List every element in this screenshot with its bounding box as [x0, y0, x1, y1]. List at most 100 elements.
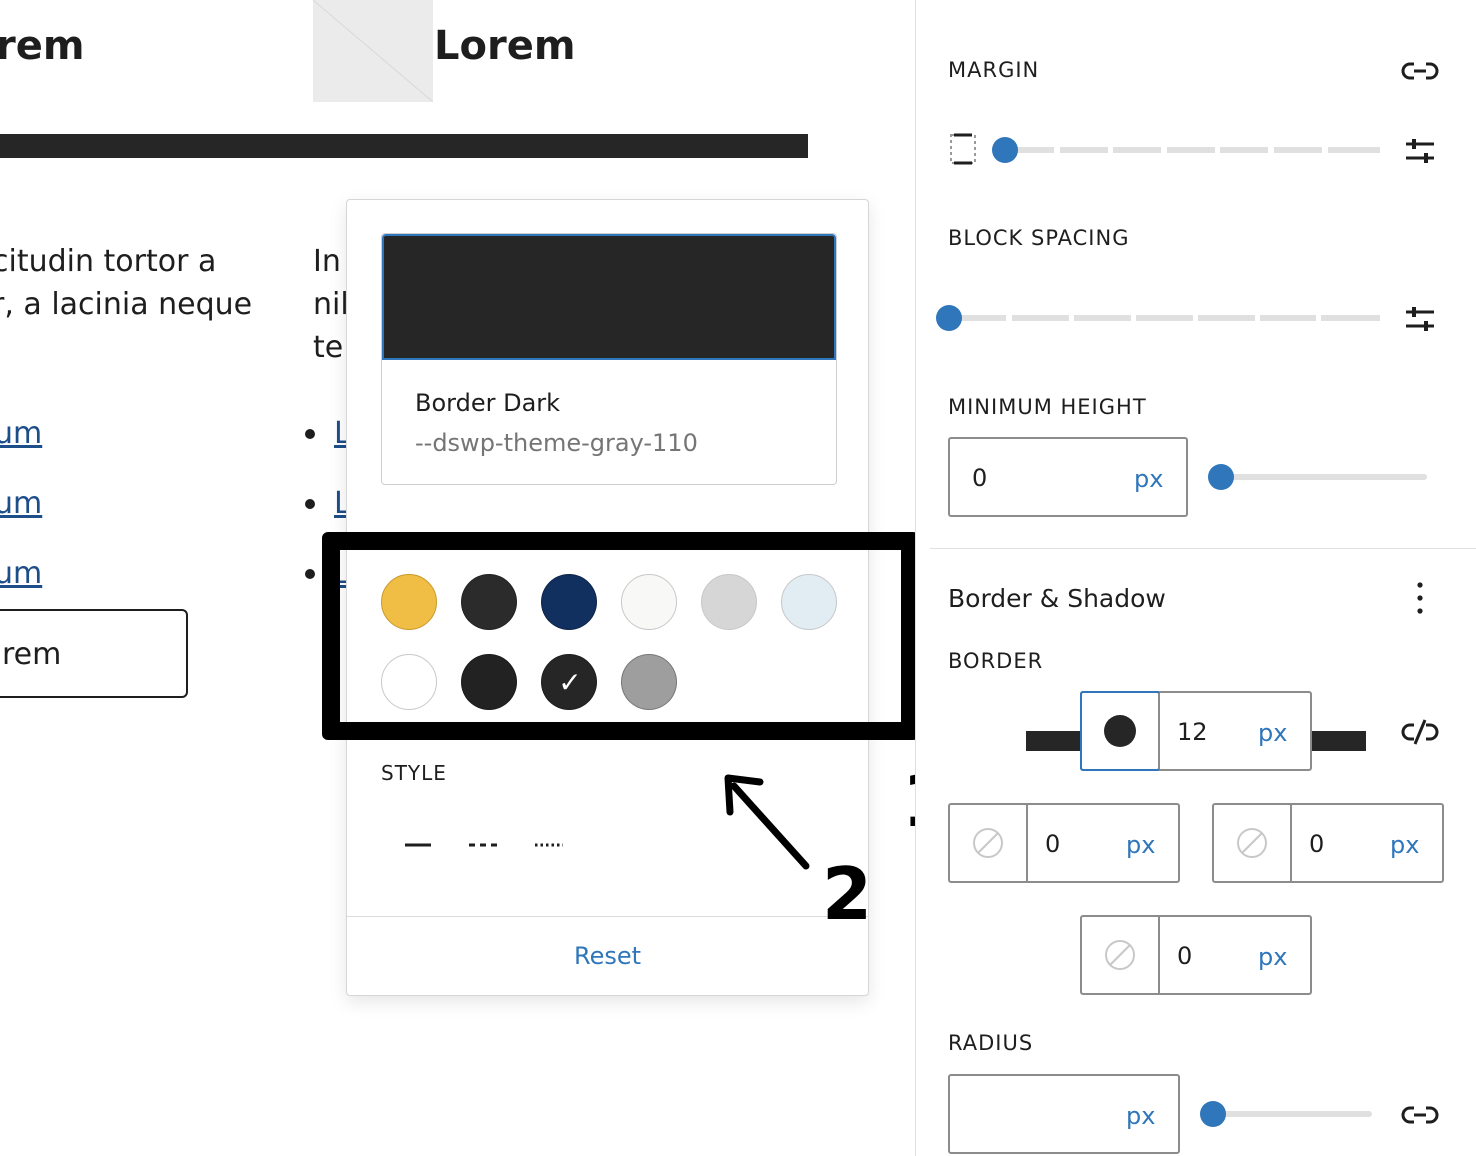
radius-slider-track[interactable]: [1205, 1111, 1372, 1117]
margin-slider-step: [1328, 147, 1380, 153]
canvas-button-block[interactable]: rem: [0, 609, 188, 698]
border-bottom-unit[interactable]: px: [1258, 943, 1287, 971]
margin-slider-step: [1060, 147, 1108, 153]
color-swatch-button[interactable]: [381, 654, 437, 710]
dashed-line-icon: [469, 843, 497, 847]
border-preview-right: [1310, 731, 1366, 751]
unlink-sides-button[interactable]: [1400, 716, 1440, 748]
image-placeholder[interactable]: [313, 0, 433, 102]
paragraph-right-line-1[interactable]: In: [313, 240, 341, 283]
canvas-link-2[interactable]: um: [0, 489, 42, 519]
paragraph-right-line-2[interactable]: nil: [313, 283, 349, 326]
border-left-control: 0 px: [948, 803, 1180, 883]
border-right-unit[interactable]: px: [1390, 831, 1419, 859]
margin-slider-step: [1220, 147, 1268, 153]
min-height-value: 0: [972, 464, 988, 492]
color-swatch-button[interactable]: [621, 654, 677, 710]
border-left-color-button[interactable]: [950, 805, 1026, 881]
list-bullet: [305, 569, 315, 579]
paragraph-left-line-2[interactable]: r, a lacinia neque: [0, 283, 252, 326]
radius-unit[interactable]: px: [1126, 1102, 1155, 1130]
dotted-line-icon: [535, 843, 563, 847]
margin-slider-step: [1274, 147, 1322, 153]
block-spacing-slider-step: [1012, 315, 1069, 321]
style-label: STYLE: [381, 761, 447, 785]
selected-color-name: Border Dark: [415, 389, 561, 417]
link-icon: [1401, 1106, 1439, 1124]
color-swatch-button[interactable]: [621, 574, 677, 630]
no-color-icon: [1105, 940, 1135, 970]
settings-sliders-icon: [1406, 139, 1434, 163]
paragraph-left-line-1[interactable]: citudin tortor a: [0, 240, 216, 283]
unlink-icon: [1401, 719, 1439, 745]
style-dotted-button[interactable]: [531, 830, 565, 860]
image-placeholder-icon: [313, 0, 433, 102]
border-preview-left: [1026, 731, 1082, 751]
block-spacing-slider-step: [1321, 315, 1380, 321]
border-color-popover: Border Dark --dswp-theme-gray-110 ✓ STYL…: [346, 199, 869, 996]
box-sides-icon: [950, 133, 976, 165]
color-swatch-button[interactable]: [701, 574, 757, 630]
color-swatch-button[interactable]: ✓: [541, 654, 597, 710]
color-swatch-button[interactable]: [461, 654, 517, 710]
border-bottom-control: 0 px: [1080, 915, 1312, 995]
min-height-input[interactable]: 0 px: [948, 437, 1188, 517]
style-dashed-button[interactable]: [465, 830, 499, 860]
block-spacing-slider-step: [1136, 315, 1193, 321]
margin-label: MARGIN: [948, 58, 1040, 82]
settings-sliders-icon: [1406, 307, 1434, 331]
margin-custom-values-button[interactable]: [1403, 134, 1437, 168]
selected-color-card: Border Dark --dswp-theme-gray-110: [381, 233, 837, 485]
list-bullet: [305, 499, 315, 509]
panel-divider: [930, 548, 1476, 549]
selected-color-variable: --dswp-theme-gray-110: [415, 429, 698, 457]
block-spacing-slider-thumb[interactable]: [936, 305, 962, 331]
separator-block[interactable]: [0, 134, 808, 158]
min-height-slider-track[interactable]: [1215, 474, 1427, 480]
border-right-width-value[interactable]: 0: [1309, 830, 1324, 858]
margin-link-sides-button[interactable]: [1400, 56, 1440, 86]
margin-slider-thumb[interactable]: [992, 137, 1018, 163]
border-top-unit[interactable]: px: [1258, 719, 1287, 747]
border-top-color-button[interactable]: [1080, 691, 1160, 771]
border-bottom-color-button[interactable]: [1082, 917, 1158, 993]
min-height-unit[interactable]: px: [1134, 465, 1163, 493]
block-spacing-custom-values-button[interactable]: [1403, 302, 1437, 336]
style-solid-button[interactable]: [401, 830, 435, 860]
field-split: [1158, 693, 1160, 769]
canvas-heading-right[interactable]: Lorem: [434, 26, 576, 66]
radius-slider-thumb[interactable]: [1200, 1101, 1226, 1127]
block-spacing-slider-step: [1198, 315, 1255, 321]
radius-input[interactable]: px: [948, 1074, 1180, 1154]
panel-options-button[interactable]: [1406, 580, 1434, 616]
color-swatch-button[interactable]: [381, 574, 437, 630]
min-height-slider-thumb[interactable]: [1208, 464, 1234, 490]
checkmark-icon: ✓: [558, 666, 582, 699]
canvas-heading-left[interactable]: rem: [0, 26, 85, 66]
canvas-link-1[interactable]: um: [0, 419, 42, 449]
border-color-indicator-icon: [1104, 715, 1136, 747]
canvas-button-label: rem: [2, 637, 62, 672]
border-right-color-button[interactable]: [1214, 805, 1290, 881]
border-top-width-value[interactable]: 12: [1177, 718, 1208, 746]
border-label: BORDER: [948, 649, 1044, 673]
link-icon: [1401, 62, 1439, 80]
border-shadow-panel-title[interactable]: Border & Shadow: [948, 584, 1166, 613]
border-left-width-value[interactable]: 0: [1045, 830, 1060, 858]
canvas-link-3[interactable]: um: [0, 559, 42, 589]
border-bottom-width-value[interactable]: 0: [1177, 942, 1192, 970]
min-height-label: MINIMUM HEIGHT: [948, 395, 1147, 419]
block-spacing-slider-step: [1074, 315, 1131, 321]
color-swatch-button[interactable]: [461, 574, 517, 630]
block-spacing-slider-step: [1260, 315, 1316, 321]
paragraph-right-line-3[interactable]: te: [313, 326, 343, 369]
reset-button[interactable]: Reset: [347, 942, 868, 970]
color-swatch-button[interactable]: [781, 574, 837, 630]
margin-slider-step: [1113, 147, 1161, 153]
solid-line-icon: [405, 843, 431, 847]
margin-slider-step: [1167, 147, 1215, 153]
radius-link-corners-button[interactable]: [1400, 1100, 1440, 1130]
field-split: [1158, 917, 1160, 993]
color-swatch-button[interactable]: [541, 574, 597, 630]
border-left-unit[interactable]: px: [1126, 831, 1155, 859]
